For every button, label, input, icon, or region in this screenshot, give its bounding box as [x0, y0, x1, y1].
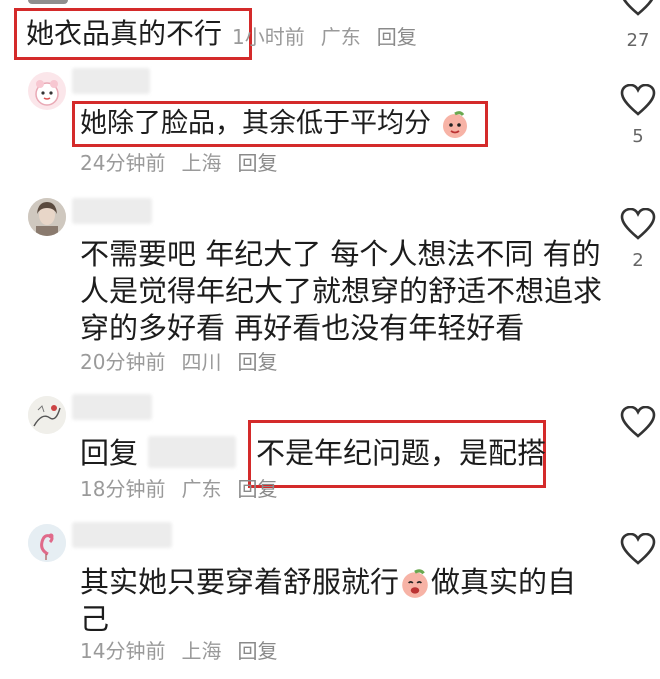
comment-1-time: 1小时前: [232, 25, 305, 49]
comment-1-reply-button[interactable]: 回复: [377, 25, 417, 49]
avatar[interactable]: [28, 198, 66, 236]
avatar[interactable]: [28, 396, 66, 434]
comment-3-time: 20分钟前: [80, 350, 166, 374]
comment-5-location: 上海: [181, 639, 222, 663]
username-redacted: [72, 198, 152, 224]
username-redacted: [72, 522, 172, 548]
like-count-3: 2: [632, 250, 644, 271]
comment-1-meta: 1小时前 广东 回复: [232, 24, 433, 50]
comment-5-text-before: 其实她只要穿着舒服就行: [80, 565, 400, 599]
comment-4-reply-prefix: 回复: [80, 436, 139, 470]
comment-3-location: 四川: [181, 350, 222, 374]
comment-3-line-3: 穿的多好看 再好看也没有年轻好看: [80, 311, 525, 345]
comment-2-time: 24分钟前: [80, 151, 166, 175]
avatar-cartoon-icon: [35, 80, 59, 106]
comment-1: 她衣品真的不行 1小时前 广东 回复: [0, 0, 600, 60]
comment-5-line-2: 己: [80, 602, 110, 636]
heart-outline-icon[interactable]: [620, 0, 656, 16]
comment-4-meta: 18分钟前 广东 回复: [80, 476, 293, 502]
comment-3-line-1: 不需要吧 年纪大了 每个人想法不同 有的: [80, 237, 601, 271]
heart-outline-icon[interactable]: [620, 533, 656, 565]
avatar-flamingo-icon: [28, 524, 66, 562]
comment-5-reply-button[interactable]: 回复: [237, 639, 277, 663]
comment-5-line-1: 其实她只要穿着舒服就行 做真实的自: [80, 563, 576, 601]
reply-target-redacted: [148, 436, 236, 468]
comment-4-text: 不是年纪问题，是配搭: [256, 436, 547, 470]
heart-outline-icon[interactable]: [620, 208, 656, 240]
like-count-2: 5: [632, 126, 644, 147]
comment-1-text: 她衣品真的不行: [26, 17, 223, 50]
peach-face-emoji: [402, 569, 428, 598]
comment-2-meta: 24分钟前 上海 回复: [80, 150, 293, 176]
avatar-photo-icon: [28, 198, 66, 236]
heart-outline-icon[interactable]: [620, 84, 656, 116]
comment-1-author-cut: [28, 0, 68, 4]
comment-5-meta: 14分钟前 上海 回复: [80, 638, 293, 664]
peach-face-emoji: [442, 110, 467, 138]
comment-4-reply-button[interactable]: 回复: [237, 477, 277, 501]
heart-outline-icon[interactable]: [620, 406, 656, 438]
username-redacted: [72, 68, 150, 94]
username-redacted: [72, 394, 152, 420]
avatar[interactable]: [28, 72, 66, 110]
comment-2-body: 她除了脸品，其余低于平均分: [80, 108, 431, 139]
comment-5-text-after: 做真实的自: [431, 565, 577, 599]
comment-4-time: 18分钟前: [80, 477, 166, 501]
comment-2-reply-button[interactable]: 回复: [237, 151, 277, 175]
like-count-1: 27: [626, 30, 650, 51]
avatar-drawing-icon: [28, 396, 66, 434]
comment-4-location: 广东: [181, 477, 222, 501]
comment-3-reply-button[interactable]: 回复: [237, 350, 277, 374]
comment-2-location: 上海: [181, 151, 222, 175]
comment-1-location: 广东: [320, 25, 361, 49]
comment-3-meta: 20分钟前 四川 回复: [80, 349, 293, 375]
comment-3-line-2: 人是觉得年纪大了就想穿的舒适不想追求: [80, 274, 603, 308]
comment-2-text: 她除了脸品，其余低于平均分: [80, 105, 470, 143]
comment-5-time: 14分钟前: [80, 639, 166, 663]
avatar[interactable]: [28, 524, 66, 562]
